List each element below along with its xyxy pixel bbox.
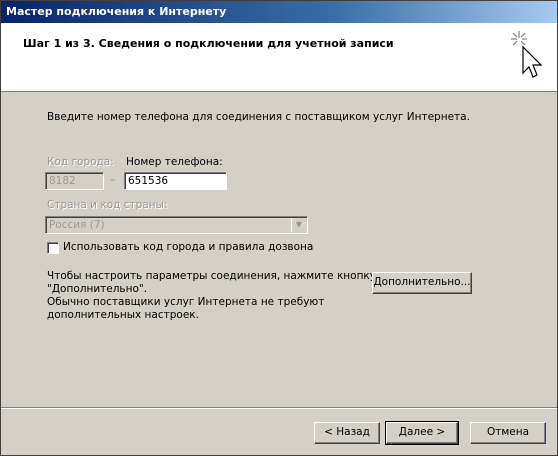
info-line-1: Чтобы настроить параметры соединения, на… <box>47 270 376 282</box>
window-title: Мастер подключения к Интернету <box>6 5 227 18</box>
country-label: Страна и код страны: <box>47 199 168 211</box>
wizard-wand-cursor-icon <box>511 31 543 78</box>
wizard-window: Мастер подключения к Интернету Шаг 1 из … <box>0 0 558 456</box>
back-button[interactable]: < Назад <box>314 422 380 444</box>
country-select[interactable]: Россия (7) ▼ <box>45 216 308 234</box>
dash-separator: – <box>110 174 116 186</box>
footer-separator <box>1 407 557 409</box>
next-button[interactable]: Далее > <box>385 421 459 445</box>
phone-label: Номер телефона: <box>126 156 223 168</box>
use-area-code-checkbox[interactable] <box>47 242 59 254</box>
chevron-down-icon[interactable]: ▼ <box>291 218 306 232</box>
intro-text: Введите номер телефона для соединения с … <box>47 111 470 123</box>
country-select-value: Россия (7) <box>49 219 105 231</box>
info-line-4: дополнительных настроек. <box>47 309 199 321</box>
phone-number-field[interactable]: 651536 <box>124 172 227 190</box>
advanced-button[interactable]: Дополнительно... <box>372 272 472 294</box>
info-line-3: Обычно поставщики услуг Интернета не тре… <box>47 296 325 308</box>
title-bar[interactable]: Мастер подключения к Интернету <box>1 1 557 23</box>
info-line-2: "Дополнительно". <box>47 283 148 295</box>
area-code-label: Код города: <box>47 156 114 168</box>
wizard-header: Шаг 1 из 3. Сведения о подключении для у… <box>1 23 557 92</box>
step-title: Шаг 1 из 3. Сведения о подключении для у… <box>23 37 394 50</box>
use-area-code-label[interactable]: Использовать код города и правила дозвон… <box>63 241 313 253</box>
wizard-body: Введите номер телефона для соединения с … <box>1 92 557 412</box>
area-code-field[interactable]: 8182 <box>45 172 104 190</box>
cancel-button[interactable]: Отмена <box>470 422 546 444</box>
